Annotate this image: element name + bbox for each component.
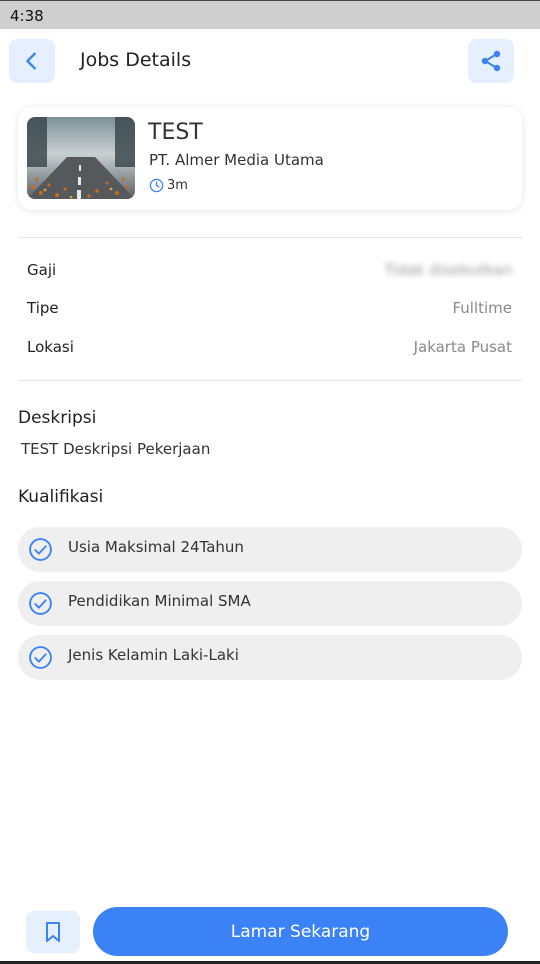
qualification-text: Jenis Kelamin Laki-Laki <box>68 646 239 664</box>
bookmark-icon <box>46 922 60 942</box>
info-row-location: Lokasi Jakarta Pusat <box>27 338 512 362</box>
share-icon <box>481 50 501 72</box>
qualification-text: Pendidikan Minimal SMA <box>68 592 251 610</box>
type-value: Fulltime <box>452 299 512 317</box>
posted-time-label: 3m <box>167 178 188 193</box>
location-value: Jakarta Pusat <box>413 338 512 356</box>
check-circle-icon <box>29 646 52 669</box>
job-card[interactable]: TEST PT. Almer Media Utama 3m <box>18 107 522 210</box>
qualification-heading: Kualifikasi <box>18 487 104 507</box>
divider <box>18 237 522 238</box>
status-bar: 4:38 <box>0 0 540 29</box>
salary-label: Gaji <box>27 261 57 279</box>
check-circle-icon <box>29 592 52 615</box>
description-text: TEST Deskripsi Pekerjaan <box>21 440 211 458</box>
info-row-salary: Gaji Tidak disebutkan <box>27 261 512 285</box>
company-image <box>27 117 135 199</box>
qualification-text: Usia Maksimal 24Tahun <box>68 538 244 556</box>
status-time: 4:38 <box>10 7 44 25</box>
description-heading: Deskripsi <box>18 408 97 428</box>
qualification-item: Jenis Kelamin Laki-Laki <box>18 635 522 680</box>
posted-time: 3m <box>149 178 188 193</box>
check-circle-icon <box>29 538 52 561</box>
job-title: TEST <box>148 120 203 145</box>
share-button[interactable] <box>468 39 514 83</box>
apply-button[interactable]: Lamar Sekarang <box>93 907 508 956</box>
type-label: Tipe <box>27 299 59 317</box>
divider <box>18 380 522 381</box>
qualification-item: Pendidikan Minimal SMA <box>18 581 522 626</box>
company-name: PT. Almer Media Utama <box>149 151 324 169</box>
qualification-item: Usia Maksimal 24Tahun <box>18 527 522 572</box>
page-title: Jobs Details <box>80 49 192 71</box>
chevron-left-icon <box>26 52 36 70</box>
salary-value: Tidak disebutkan <box>384 261 512 279</box>
app-bar: Jobs Details <box>0 29 540 95</box>
location-label: Lokasi <box>27 338 74 356</box>
bookmark-button[interactable] <box>26 911 80 953</box>
info-row-type: Tipe Fulltime <box>27 299 512 323</box>
back-button[interactable] <box>9 39 55 83</box>
clock-icon <box>149 178 164 193</box>
